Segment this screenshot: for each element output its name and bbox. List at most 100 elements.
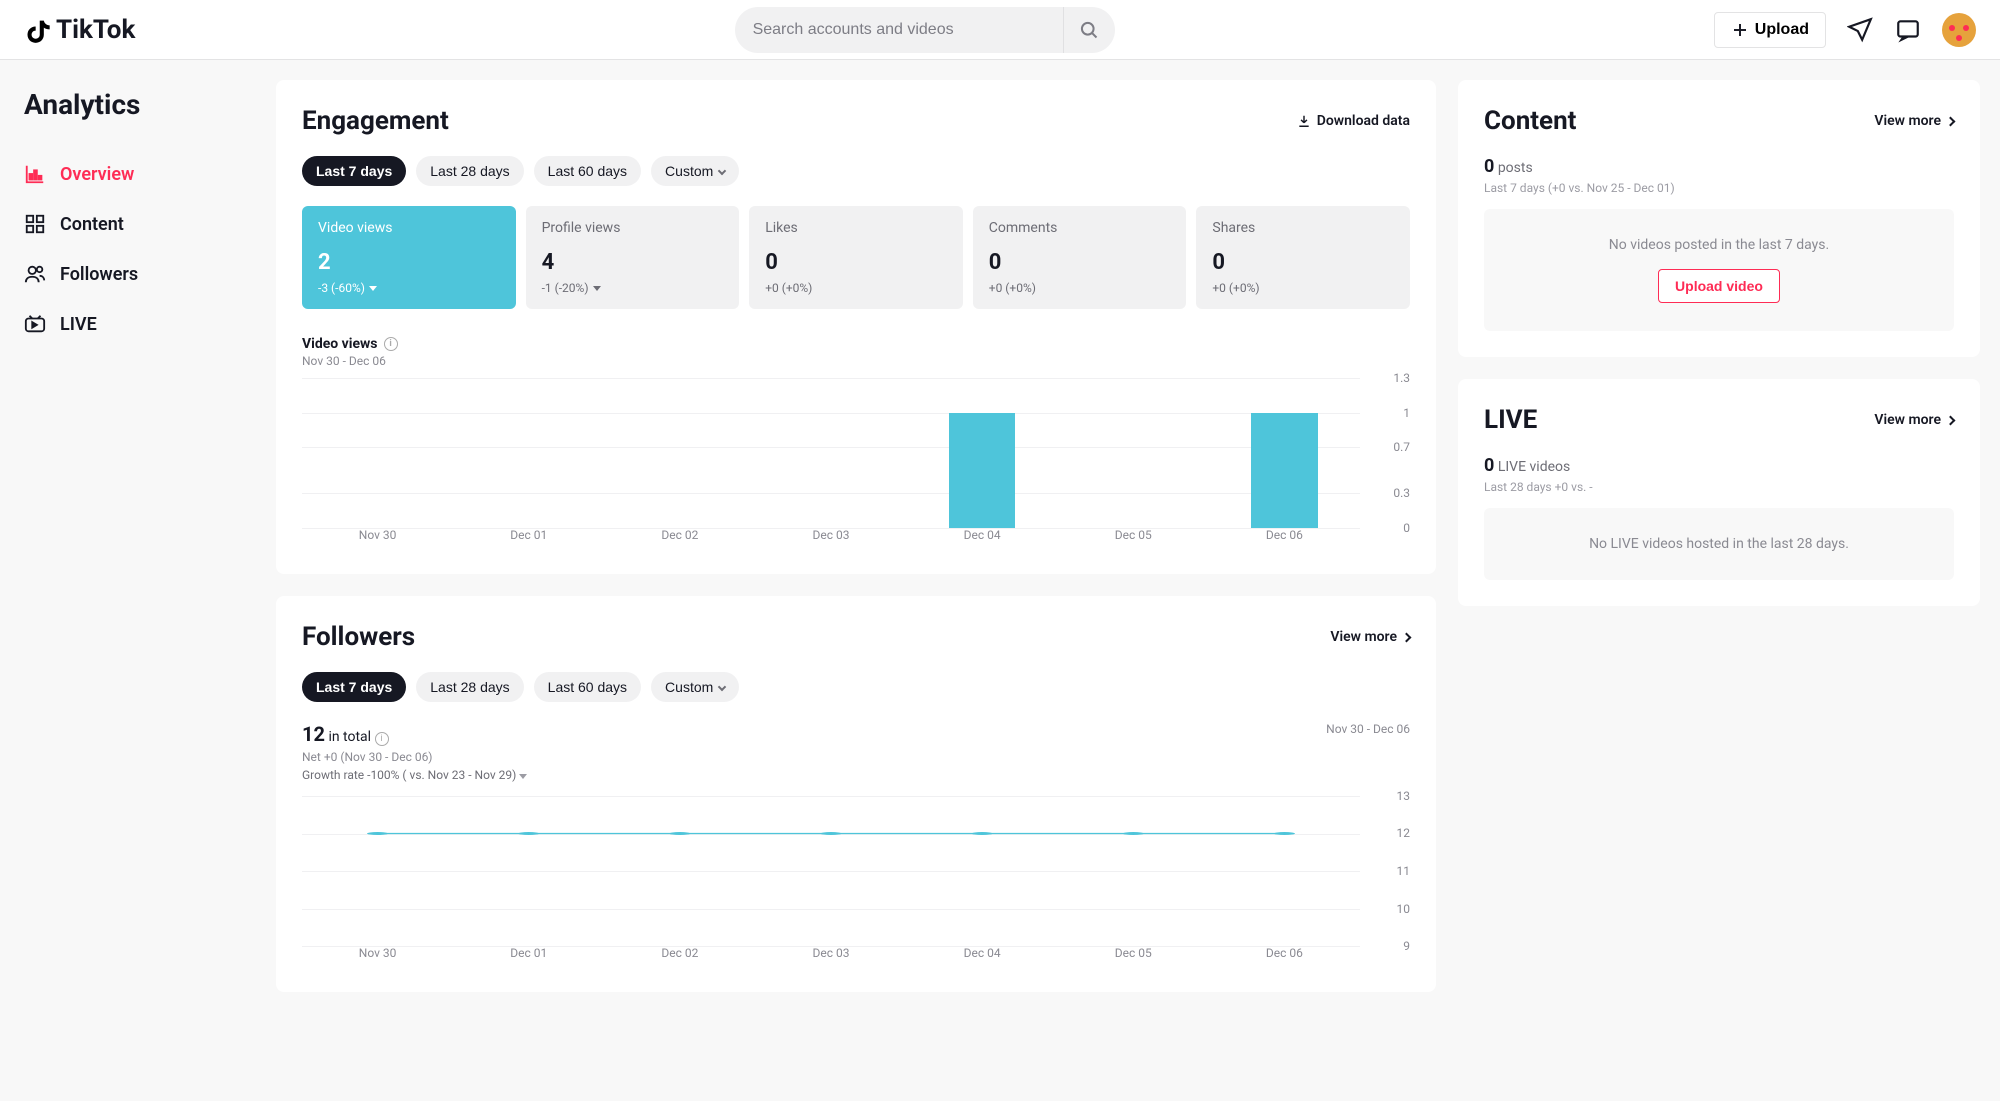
topbar: TikTok Upload [0,0,2000,60]
avatar[interactable] [1942,13,1976,47]
upload-video-button[interactable]: Upload video [1658,269,1780,303]
kpi-value: 0 [989,250,1171,275]
chip-custom[interactable]: Custom [651,156,739,186]
logo-text: TikTok [56,15,135,45]
live-viewmore[interactable]: View more [1874,412,1954,428]
followers-range: Nov 30 - Dec 06 [1326,722,1410,736]
download-data-link[interactable]: Download data [1297,113,1410,129]
users-icon [24,263,46,285]
logo[interactable]: TikTok [24,15,135,45]
search-input[interactable] [735,21,1063,39]
sidebar-item-live[interactable]: LIVE [24,299,232,349]
chart-range: Nov 30 - Dec 06 [302,354,1410,368]
chip-last-28[interactable]: Last 28 days [416,156,523,186]
plus-icon [1731,21,1749,39]
followers-viewmore[interactable]: View more [1330,629,1410,645]
tiktok-icon [24,16,52,44]
chip-last-60[interactable]: Last 60 days [534,156,641,186]
content-sub: Last 7 days (+0 vs. Nov 25 - Dec 01) [1484,181,1954,195]
upload-button[interactable]: Upload [1714,12,1826,48]
content-card: Content View more 0 posts Last 7 days (+… [1458,80,1980,357]
chevron-right-icon [1946,116,1956,126]
live-icon [24,313,46,335]
trend-down-icon [593,286,601,291]
kpi-delta: +0 (+0%) [1212,281,1394,295]
kpi-label: Video views [318,220,500,236]
content-title: Content [1484,106,1576,136]
download-icon [1297,114,1311,128]
chart-title: Video viewsi [302,336,398,352]
sidebar-item-label: Overview [60,164,134,185]
live-title: LIVE [1484,405,1537,435]
topbar-actions: Upload [1714,12,1976,48]
content-empty-text: No videos posted in the last 7 days. [1504,237,1934,253]
sidebar-title: Analytics [24,88,232,121]
followers-chips: Last 7 days Last 28 days Last 60 days Cu… [302,672,1410,702]
live-sub: Last 28 days +0 vs. - [1484,480,1954,494]
live-card: LIVE View more 0 LIVE videos Last 28 day… [1458,379,1980,606]
kpi-value: 2 [318,250,500,275]
chevron-right-icon [1946,415,1956,425]
info-icon[interactable]: i [384,337,398,351]
chevron-right-icon [1402,632,1412,642]
kpi-row: Video views 2 -3 (-60%) Profile views 4 … [302,206,1410,309]
sidebar-item-content[interactable]: Content [24,199,232,249]
trend-down-icon [519,774,527,779]
chip-last-7[interactable]: Last 7 days [302,156,406,186]
kpi-delta: +0 (+0%) [765,281,947,295]
chip-last-60[interactable]: Last 60 days [534,672,641,702]
sidebar-item-followers[interactable]: Followers [24,249,232,299]
followers-card: Followers View more Last 7 days Last 28 … [276,596,1436,992]
search-button[interactable] [1063,7,1115,53]
sidebar-item-label: Content [60,214,124,235]
chevron-down-icon [718,167,726,175]
send-icon [1847,17,1873,43]
kpi-label: Shares [1212,220,1394,236]
chevron-down-icon [718,683,726,691]
sidebar-item-label: Followers [60,264,138,285]
engagement-chips: Last 7 days Last 28 days Last 60 days Cu… [302,156,1410,186]
kpi-shares[interactable]: Shares 0 +0 (+0%) [1196,206,1410,309]
kpi-delta: -3 (-60%) [318,281,500,295]
content-viewmore[interactable]: View more [1874,113,1954,129]
inbox-button[interactable] [1894,16,1922,44]
content-count: 0 posts [1484,156,1954,177]
chip-last-28[interactable]: Last 28 days [416,672,523,702]
sidebar-item-label: LIVE [60,314,97,335]
kpi-value: 0 [1212,250,1394,275]
kpi-likes[interactable]: Likes 0 +0 (+0%) [749,206,963,309]
kpi-label: Profile views [542,220,724,236]
download-label: Download data [1317,113,1410,129]
chart-icon [24,163,46,185]
followers-growth: Growth rate -100% ( vs. Nov 23 - Nov 29) [302,768,527,782]
sidebar-item-overview[interactable]: Overview [24,149,232,199]
kpi-value: 0 [765,250,947,275]
search-icon [1079,20,1099,40]
grid-icon [24,213,46,235]
kpi-video-views[interactable]: Video views 2 -3 (-60%) [302,206,516,309]
kpi-value: 4 [542,250,724,275]
content-empty: No videos posted in the last 7 days. Upl… [1484,209,1954,331]
upload-label: Upload [1755,21,1809,39]
kpi-comments[interactable]: Comments 0 +0 (+0%) [973,206,1187,309]
send-button[interactable] [1846,16,1874,44]
info-icon[interactable]: i [375,732,389,746]
followers-net: Net +0 (Nov 30 - Dec 06) [302,750,527,764]
engagement-title: Engagement [302,106,449,136]
live-empty-text: No LIVE videos hosted in the last 28 day… [1504,536,1934,552]
inbox-icon [1895,17,1921,43]
kpi-delta: +0 (+0%) [989,281,1171,295]
kpi-label: Comments [989,220,1171,236]
kpi-delta: -1 (-20%) [542,281,724,295]
live-count: 0 LIVE videos [1484,455,1954,476]
kpi-label: Likes [765,220,947,236]
engagement-card: Engagement Download data Last 7 days Las… [276,80,1436,574]
followers-total: 12 in total i [302,722,527,746]
chip-last-7[interactable]: Last 7 days [302,672,406,702]
chip-custom[interactable]: Custom [651,672,739,702]
sidebar: Analytics Overview Content Followers LIV… [0,60,256,1012]
live-empty: No LIVE videos hosted in the last 28 day… [1484,508,1954,580]
search-box [735,7,1115,53]
followers-chart: 910111213Nov 30Dec 01Dec 02Dec 03Dec 04D… [302,796,1410,966]
kpi-profile-views[interactable]: Profile views 4 -1 (-20%) [526,206,740,309]
